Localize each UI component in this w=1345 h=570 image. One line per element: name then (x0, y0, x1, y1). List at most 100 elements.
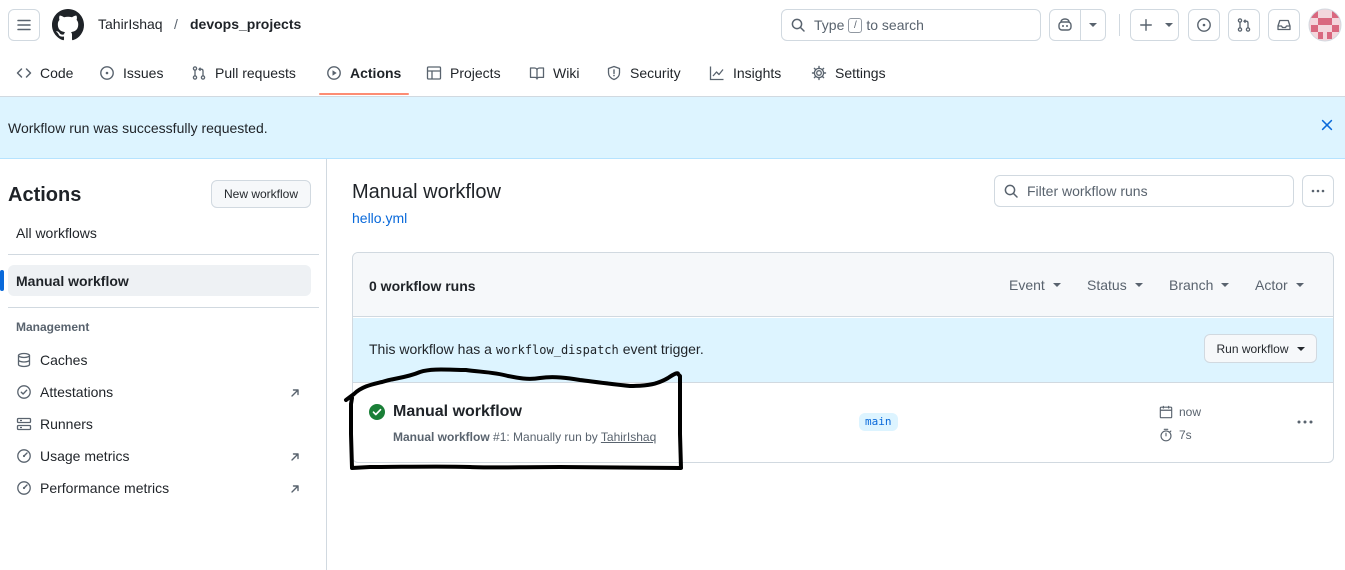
event-filter-label: Event (1009, 277, 1045, 293)
chevron-down-icon (1221, 283, 1230, 287)
create-new-button[interactable] (1130, 9, 1179, 41)
tab-insights[interactable]: Insights (709, 50, 781, 96)
actor-filter-label: Actor (1255, 277, 1288, 293)
repo-nav: Code Issues Pull requests Actions Projec… (0, 50, 1345, 97)
pull-requests-button[interactable] (1228, 9, 1260, 41)
tab-wiki-label: Wiki (553, 65, 580, 81)
sidebar-item-manual-workflow-label: Manual workflow (16, 273, 129, 289)
issues-button[interactable] (1188, 9, 1220, 41)
workflow-menu-button[interactable] (1302, 175, 1334, 207)
book-icon (529, 67, 545, 80)
menu-button[interactable] (8, 9, 40, 41)
status-filter-label: Status (1087, 277, 1127, 293)
tab-projects[interactable]: Projects (426, 50, 501, 96)
create-dropdown[interactable] (1161, 10, 1177, 40)
sidebar-item-performance-metrics-label: Performance metrics (40, 480, 170, 496)
kebab-horizontal-icon (1311, 189, 1325, 193)
sidebar-item-caches-label: Caches (40, 352, 88, 368)
sidebar-item-attestations[interactable]: Attestations (16, 382, 113, 402)
run-menu-button[interactable] (1294, 414, 1316, 430)
run-title-link[interactable]: Manual workflow (393, 402, 522, 422)
actor-filter-dropdown[interactable]: Actor (1255, 276, 1304, 294)
active-indicator (0, 270, 4, 291)
global-header: TahirIshaq / devops_projects Type / to s… (0, 0, 1345, 50)
run-meta: Manual workflow #1: Manually run by Tahi… (393, 430, 656, 444)
status-filter-dropdown[interactable]: Status (1087, 276, 1143, 294)
sidebar-item-runners-label: Runners (40, 416, 93, 432)
branch-label[interactable]: main (859, 413, 898, 431)
new-workflow-button[interactable]: New workflow (211, 180, 311, 208)
sidebar-item-caches[interactable]: Caches (16, 350, 87, 370)
sidebar-item-performance-metrics[interactable]: Performance metrics (16, 478, 169, 498)
tab-actions-label: Actions (350, 65, 402, 81)
check-circle-icon (369, 404, 385, 420)
tab-security[interactable]: Security (606, 50, 681, 96)
event-filter-dropdown[interactable]: Event (1009, 276, 1061, 294)
run-workflow-button[interactable]: Run workflow (1204, 334, 1317, 363)
branch-filter-label: Branch (1169, 277, 1214, 293)
dispatch-text-after: event trigger. (622, 341, 704, 357)
shield-icon (607, 65, 621, 81)
run-workflow-name: Manual workflow (393, 430, 490, 444)
close-icon[interactable] (1320, 118, 1334, 132)
search-suffix: to search (866, 17, 924, 33)
database-icon (17, 352, 31, 368)
chevron-down-icon (1134, 283, 1143, 287)
code-icon (16, 68, 32, 78)
sidebar-divider (8, 307, 319, 308)
run-time: now (1179, 405, 1202, 419)
tab-pull-requests[interactable]: Pull requests (191, 50, 296, 96)
tab-settings[interactable]: Settings (811, 50, 886, 96)
copilot-button[interactable] (1050, 10, 1082, 40)
tab-issues[interactable]: Issues (99, 50, 163, 96)
chevron-down-icon (1165, 23, 1173, 27)
copilot-split-button[interactable] (1049, 9, 1106, 41)
pull-request-icon (192, 66, 206, 80)
tab-pull-requests-label: Pull requests (215, 65, 296, 81)
workflow-title: Manual workflow (352, 181, 501, 203)
copilot-icon (1058, 18, 1072, 31)
plus-button[interactable] (1131, 10, 1161, 40)
sidebar-item-attestations-label: Attestations (40, 384, 114, 400)
inbox-button[interactable] (1268, 9, 1300, 41)
sidebar-item-all-workflows[interactable]: All workflows (16, 224, 97, 242)
dispatch-code: workflow_dispatch (495, 343, 619, 357)
play-icon (327, 66, 341, 80)
filter-placeholder: Filter workflow runs (1027, 183, 1148, 199)
tab-code-label: Code (40, 65, 74, 81)
global-search-input[interactable]: Type / to search (781, 9, 1041, 41)
sidebar-item-runners[interactable]: Runners (16, 414, 93, 434)
search-icon (1004, 184, 1018, 198)
tab-actions[interactable]: Actions (326, 50, 401, 96)
chevron-down-icon (1052, 283, 1061, 287)
avatar[interactable] (1308, 8, 1342, 42)
github-logo-icon[interactable] (52, 9, 84, 41)
workflow-file-link[interactable]: hello.yml (352, 209, 407, 227)
run-workflow-label: Run workflow (1216, 341, 1289, 356)
tab-code[interactable]: Code (16, 50, 73, 96)
git-pull-request-icon (1237, 18, 1251, 32)
gear-icon (811, 65, 827, 81)
run-actor-link[interactable]: TahirIshaq (601, 430, 656, 444)
flash-message: Workflow run was successfully requested. (8, 120, 268, 136)
issue-icon (100, 66, 114, 80)
graph-icon (709, 66, 724, 81)
tab-security-label: Security (630, 65, 681, 81)
search-shortcut-key: / (848, 17, 863, 33)
breadcrumb-owner[interactable]: TahirIshaq (98, 15, 163, 33)
filter-runs-input[interactable]: Filter workflow runs (994, 175, 1294, 207)
tab-insights-label: Insights (733, 65, 782, 81)
tab-wiki[interactable]: Wiki (529, 50, 579, 96)
copilot-dropdown[interactable] (1081, 10, 1105, 40)
plus-icon (1140, 19, 1152, 31)
sidebar-item-usage-metrics[interactable]: Usage metrics (16, 446, 129, 466)
chevron-down-icon (1296, 346, 1305, 351)
breadcrumb-repo[interactable]: devops_projects (190, 15, 301, 33)
run-timestamp: now (1159, 405, 1201, 419)
table-icon (426, 66, 442, 80)
branch-filter-dropdown[interactable]: Branch (1169, 276, 1230, 294)
runs-count: 0 workflow runs (369, 278, 476, 294)
chevron-down-icon (1089, 23, 1098, 27)
stopwatch-icon (1160, 428, 1172, 442)
arrow-up-right-icon (291, 389, 299, 397)
